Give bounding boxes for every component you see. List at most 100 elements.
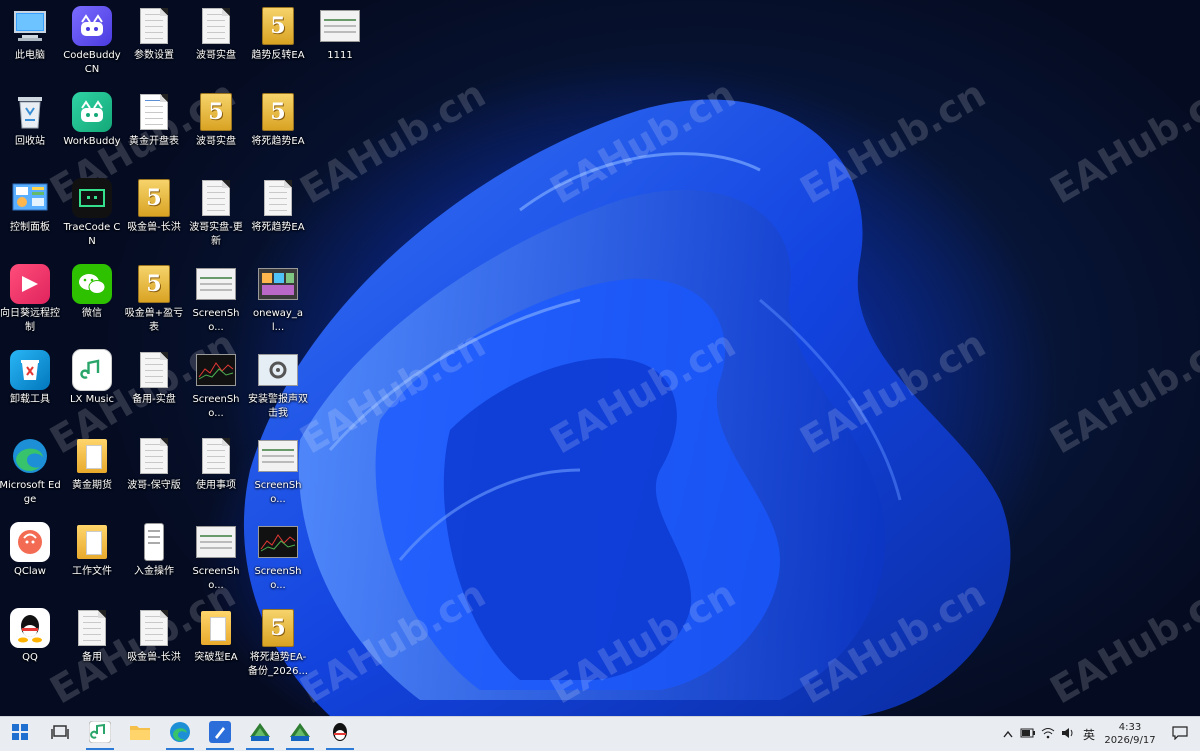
- desktop-icon[interactable]: ScreenSho...: [186, 344, 246, 430]
- desktop-icon-label: 将死趋势EA: [251, 136, 305, 147]
- document-icon: [134, 6, 174, 46]
- mt5-taskbar-1[interactable]: [240, 717, 280, 751]
- clock-date: 2026/9/17: [1104, 735, 1156, 746]
- desktop-icon[interactable]: ScreenSho...: [186, 258, 246, 344]
- app-blue-taskbar[interactable]: [200, 717, 240, 751]
- desktop-icon[interactable]: 备用: [62, 602, 122, 688]
- screenshot-thumbnail-icon: [320, 6, 360, 46]
- desktop-icon[interactable]: 此电脑: [0, 0, 60, 86]
- lx-music-taskbar[interactable]: [80, 717, 120, 751]
- mt5-taskbar-2[interactable]: [280, 717, 320, 751]
- desktop-icon[interactable]: 黄金开盘表: [124, 86, 184, 172]
- mt5-file-icon: 5: [258, 6, 298, 46]
- desktop-icon[interactable]: 向日葵远程控制: [0, 258, 60, 344]
- desktop-icon-label: WorkBuddy: [63, 136, 121, 147]
- screenshot-thumbnail-icon: [196, 522, 236, 562]
- desktop-icon[interactable]: 工作文件: [62, 516, 122, 602]
- desktop-icon[interactable]: WorkBuddy: [62, 86, 122, 172]
- desktop-icon-label: 备用: [82, 652, 102, 663]
- recycle-bin-icon: [10, 92, 50, 132]
- image-thumbnail-icon: [258, 264, 298, 304]
- clock[interactable]: 4:33 2026/9/17: [1100, 721, 1160, 747]
- desktop-icon[interactable]: LX Music: [62, 344, 122, 430]
- volume-icon[interactable]: [1058, 727, 1078, 742]
- phone-screenshot-icon: [134, 522, 174, 562]
- mt5-file-icon: 5: [134, 178, 174, 218]
- battery-icon[interactable]: [1018, 728, 1038, 741]
- desktop-icon[interactable]: 使用事项: [186, 430, 246, 516]
- document-icon: [196, 436, 236, 476]
- desktop-icon[interactable]: 突破型EA: [186, 602, 246, 688]
- desktop-icon[interactable]: 回收站: [0, 86, 60, 172]
- chevron-up-icon[interactable]: [998, 728, 1018, 741]
- desktop-icon[interactable]: 波哥实盘-更新: [186, 172, 246, 258]
- desktop-icon-label: 回收站: [15, 136, 45, 147]
- qq-taskbar[interactable]: [320, 717, 360, 751]
- settings-file-icon: [258, 350, 298, 390]
- desktop-icon[interactable]: 5 吸金兽-长洪: [124, 172, 184, 258]
- mt5-file-icon: 5: [258, 608, 298, 648]
- desktop-icon-label: 波哥-保守版: [127, 480, 181, 491]
- screenshot-thumbnail-icon: [258, 436, 298, 476]
- desktop-icon[interactable]: 5 波哥实盘: [186, 86, 246, 172]
- desktop-icon[interactable]: 黄金期货: [62, 430, 122, 516]
- desktop-icon[interactable]: 将死趋势EA: [248, 172, 308, 258]
- desktop-icon[interactable]: Microsoft Edge: [0, 430, 61, 516]
- desktop-icon[interactable]: 5 将死趋势EA-备份_2026...: [248, 602, 308, 688]
- desktop-icon-label: 将死趋势EA: [251, 222, 305, 233]
- mt5-file-icon: 5: [258, 92, 298, 132]
- sunlogin-icon: [10, 264, 50, 304]
- desktop-icon[interactable]: oneway_al...: [248, 258, 308, 344]
- desktop-icon[interactable]: QQ: [0, 602, 60, 688]
- desktop-icon-label: Microsoft Edge: [0, 480, 61, 505]
- document-icon: [134, 350, 174, 390]
- desktop-icon-label: 吸金兽+盈亏表: [124, 308, 184, 333]
- spreadsheet-icon: [134, 92, 174, 132]
- desktop-icon-label: QQ: [22, 652, 38, 663]
- desktop-icon[interactable]: 控制面板: [0, 172, 60, 258]
- clock-time: 4:33: [1118, 722, 1142, 733]
- notification-icon[interactable]: [1160, 725, 1200, 743]
- desktop-icon[interactable]: 波哥-保守版: [124, 430, 184, 516]
- document-icon: [72, 608, 112, 648]
- desktop-icon[interactable]: 入金操作: [124, 516, 184, 602]
- desktop-icon[interactable]: TraeCode CN: [62, 172, 122, 258]
- desktop-icon-label: 波哥实盘: [196, 136, 236, 147]
- wechat-icon: [72, 264, 112, 304]
- desktop-icon-label: 使用事项: [196, 480, 236, 491]
- desktop-icon-label: ScreenSho...: [192, 394, 240, 419]
- desktop-icon[interactable]: 5 将死趋势EA: [248, 86, 308, 172]
- desktop-icon-label: 控制面板: [10, 222, 50, 233]
- desktop-icon[interactable]: ScreenSho...: [248, 430, 308, 516]
- desktop-icon[interactable]: CodeBuddy CN: [62, 0, 122, 86]
- desktop-icon[interactable]: ScreenSho...: [248, 516, 308, 602]
- desktop-icon-label: 吸金兽-长洪: [127, 222, 181, 233]
- desktop-icon[interactable]: 1111: [310, 0, 370, 86]
- desktop-icon[interactable]: 波哥实盘: [186, 0, 246, 86]
- edge-icon: [169, 721, 191, 747]
- desktop-icon-label: CodeBuddy CN: [63, 50, 121, 75]
- desktop-icon[interactable]: 5 趋势反转EA: [248, 0, 308, 86]
- document-icon: [258, 178, 298, 218]
- desktop-icon[interactable]: 5 吸金兽+盈亏表: [124, 258, 184, 344]
- desktop-icon[interactable]: 备用-实盘: [124, 344, 184, 430]
- input-language-indicator[interactable]: 英: [1078, 726, 1100, 743]
- mt5-icon: [288, 721, 312, 747]
- computer-icon: [10, 6, 50, 46]
- task-view-button[interactable]: [40, 717, 80, 751]
- file-explorer-taskbar[interactable]: [120, 717, 160, 751]
- desktop-icon[interactable]: 参数设置: [124, 0, 184, 86]
- desktop-icon-label: 波哥实盘-更新: [189, 222, 243, 247]
- desktop-icon[interactable]: 卸载工具: [0, 344, 60, 430]
- desktop-icon[interactable]: 安装警报声双击我: [248, 344, 308, 430]
- wifi-icon[interactable]: [1038, 727, 1058, 742]
- desktop-icon[interactable]: QClaw: [0, 516, 60, 602]
- desktop-icon-label: 趋势反转EA: [251, 50, 305, 61]
- edge-taskbar[interactable]: [160, 717, 200, 751]
- desktop-icon[interactable]: 微信: [62, 258, 122, 344]
- pen-app-icon: [209, 721, 231, 747]
- desktop-icon[interactable]: 吸金兽-长洪: [124, 602, 184, 688]
- desktop-icon[interactable]: ScreenSho...: [186, 516, 246, 602]
- start-button[interactable]: [0, 717, 40, 751]
- folder-icon: [129, 723, 151, 745]
